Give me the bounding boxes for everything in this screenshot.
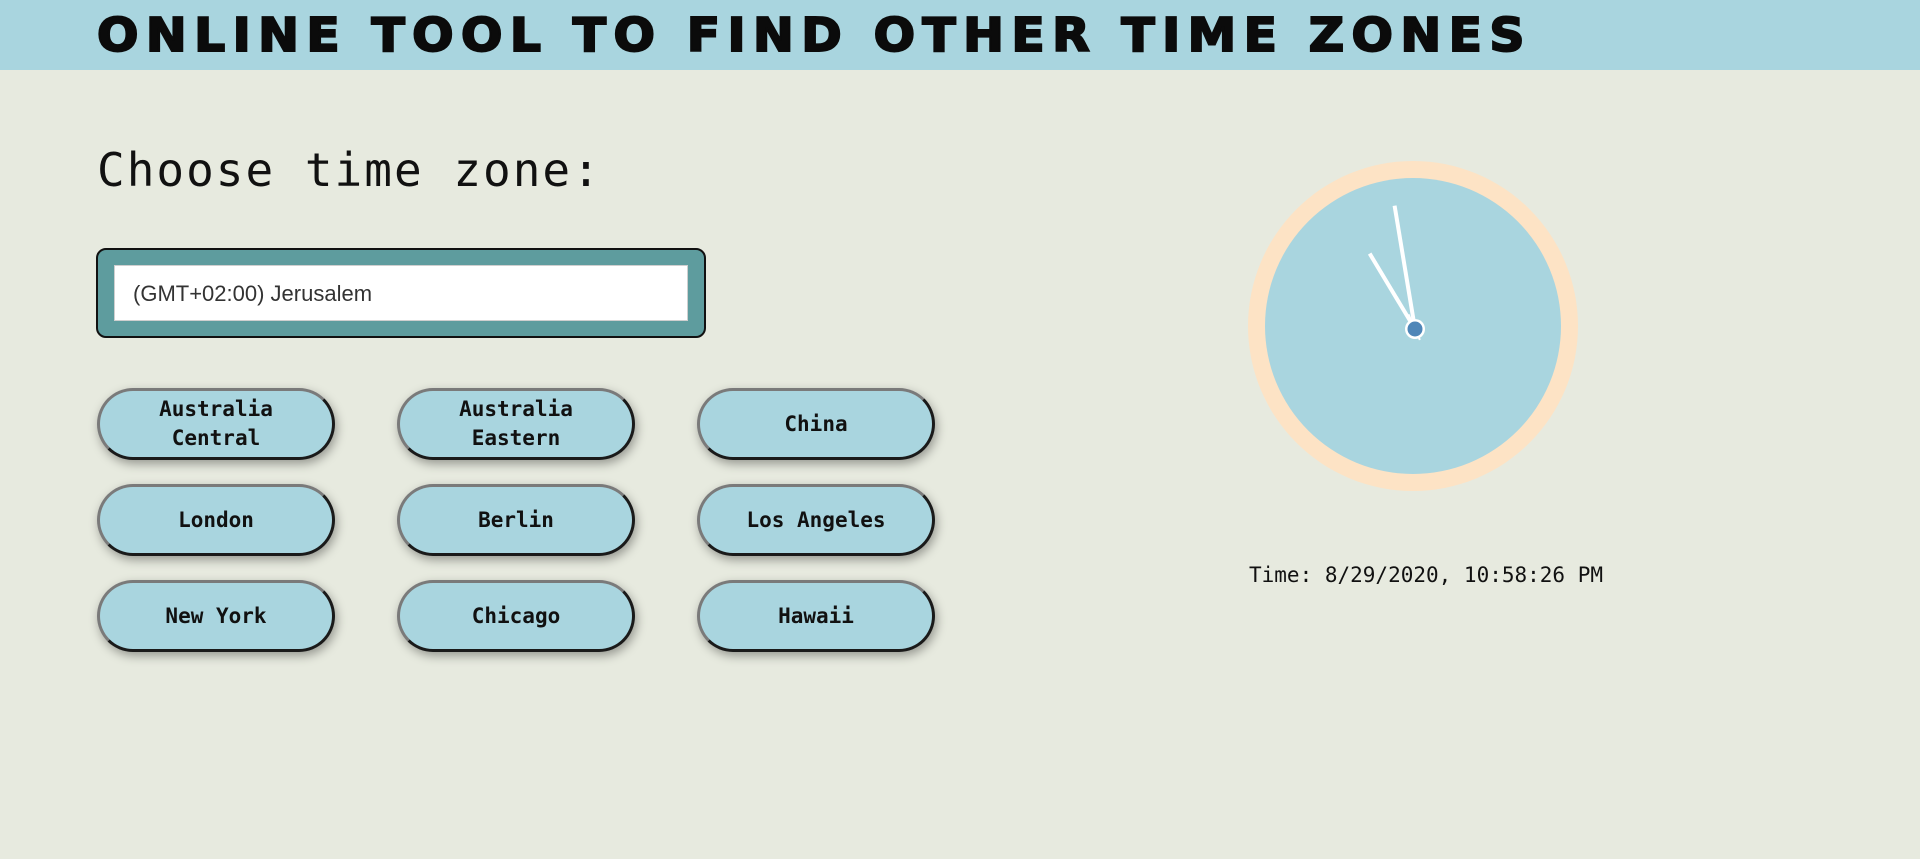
clock-center-dot: [1407, 321, 1423, 337]
current-time-readout: Time: 8/29/2020, 10:58:26 PM: [1249, 563, 1604, 587]
page-header: Online tool to find other time zones: [0, 0, 1920, 70]
australia-eastern-button[interactable]: Australia Eastern: [397, 388, 635, 460]
london-button[interactable]: London: [97, 484, 335, 556]
berlin-button[interactable]: Berlin: [397, 484, 635, 556]
analog-clock: [1248, 161, 1578, 491]
chicago-button[interactable]: Chicago: [397, 580, 635, 652]
choose-time-zone-label: Choose time zone:: [97, 143, 602, 197]
page-title: Online tool to find other time zones: [96, 7, 1532, 63]
time-zone-select-frame: (GMT+02:00) Jerusalem: [96, 248, 706, 338]
los-angeles-button[interactable]: Los Angeles: [697, 484, 935, 556]
china-button[interactable]: China: [697, 388, 935, 460]
australia-central-button[interactable]: Australia Central: [97, 388, 335, 460]
new-york-button[interactable]: New York: [97, 580, 335, 652]
time-zone-select[interactable]: (GMT+02:00) Jerusalem: [114, 265, 688, 321]
hawaii-button[interactable]: Hawaii: [697, 580, 935, 652]
